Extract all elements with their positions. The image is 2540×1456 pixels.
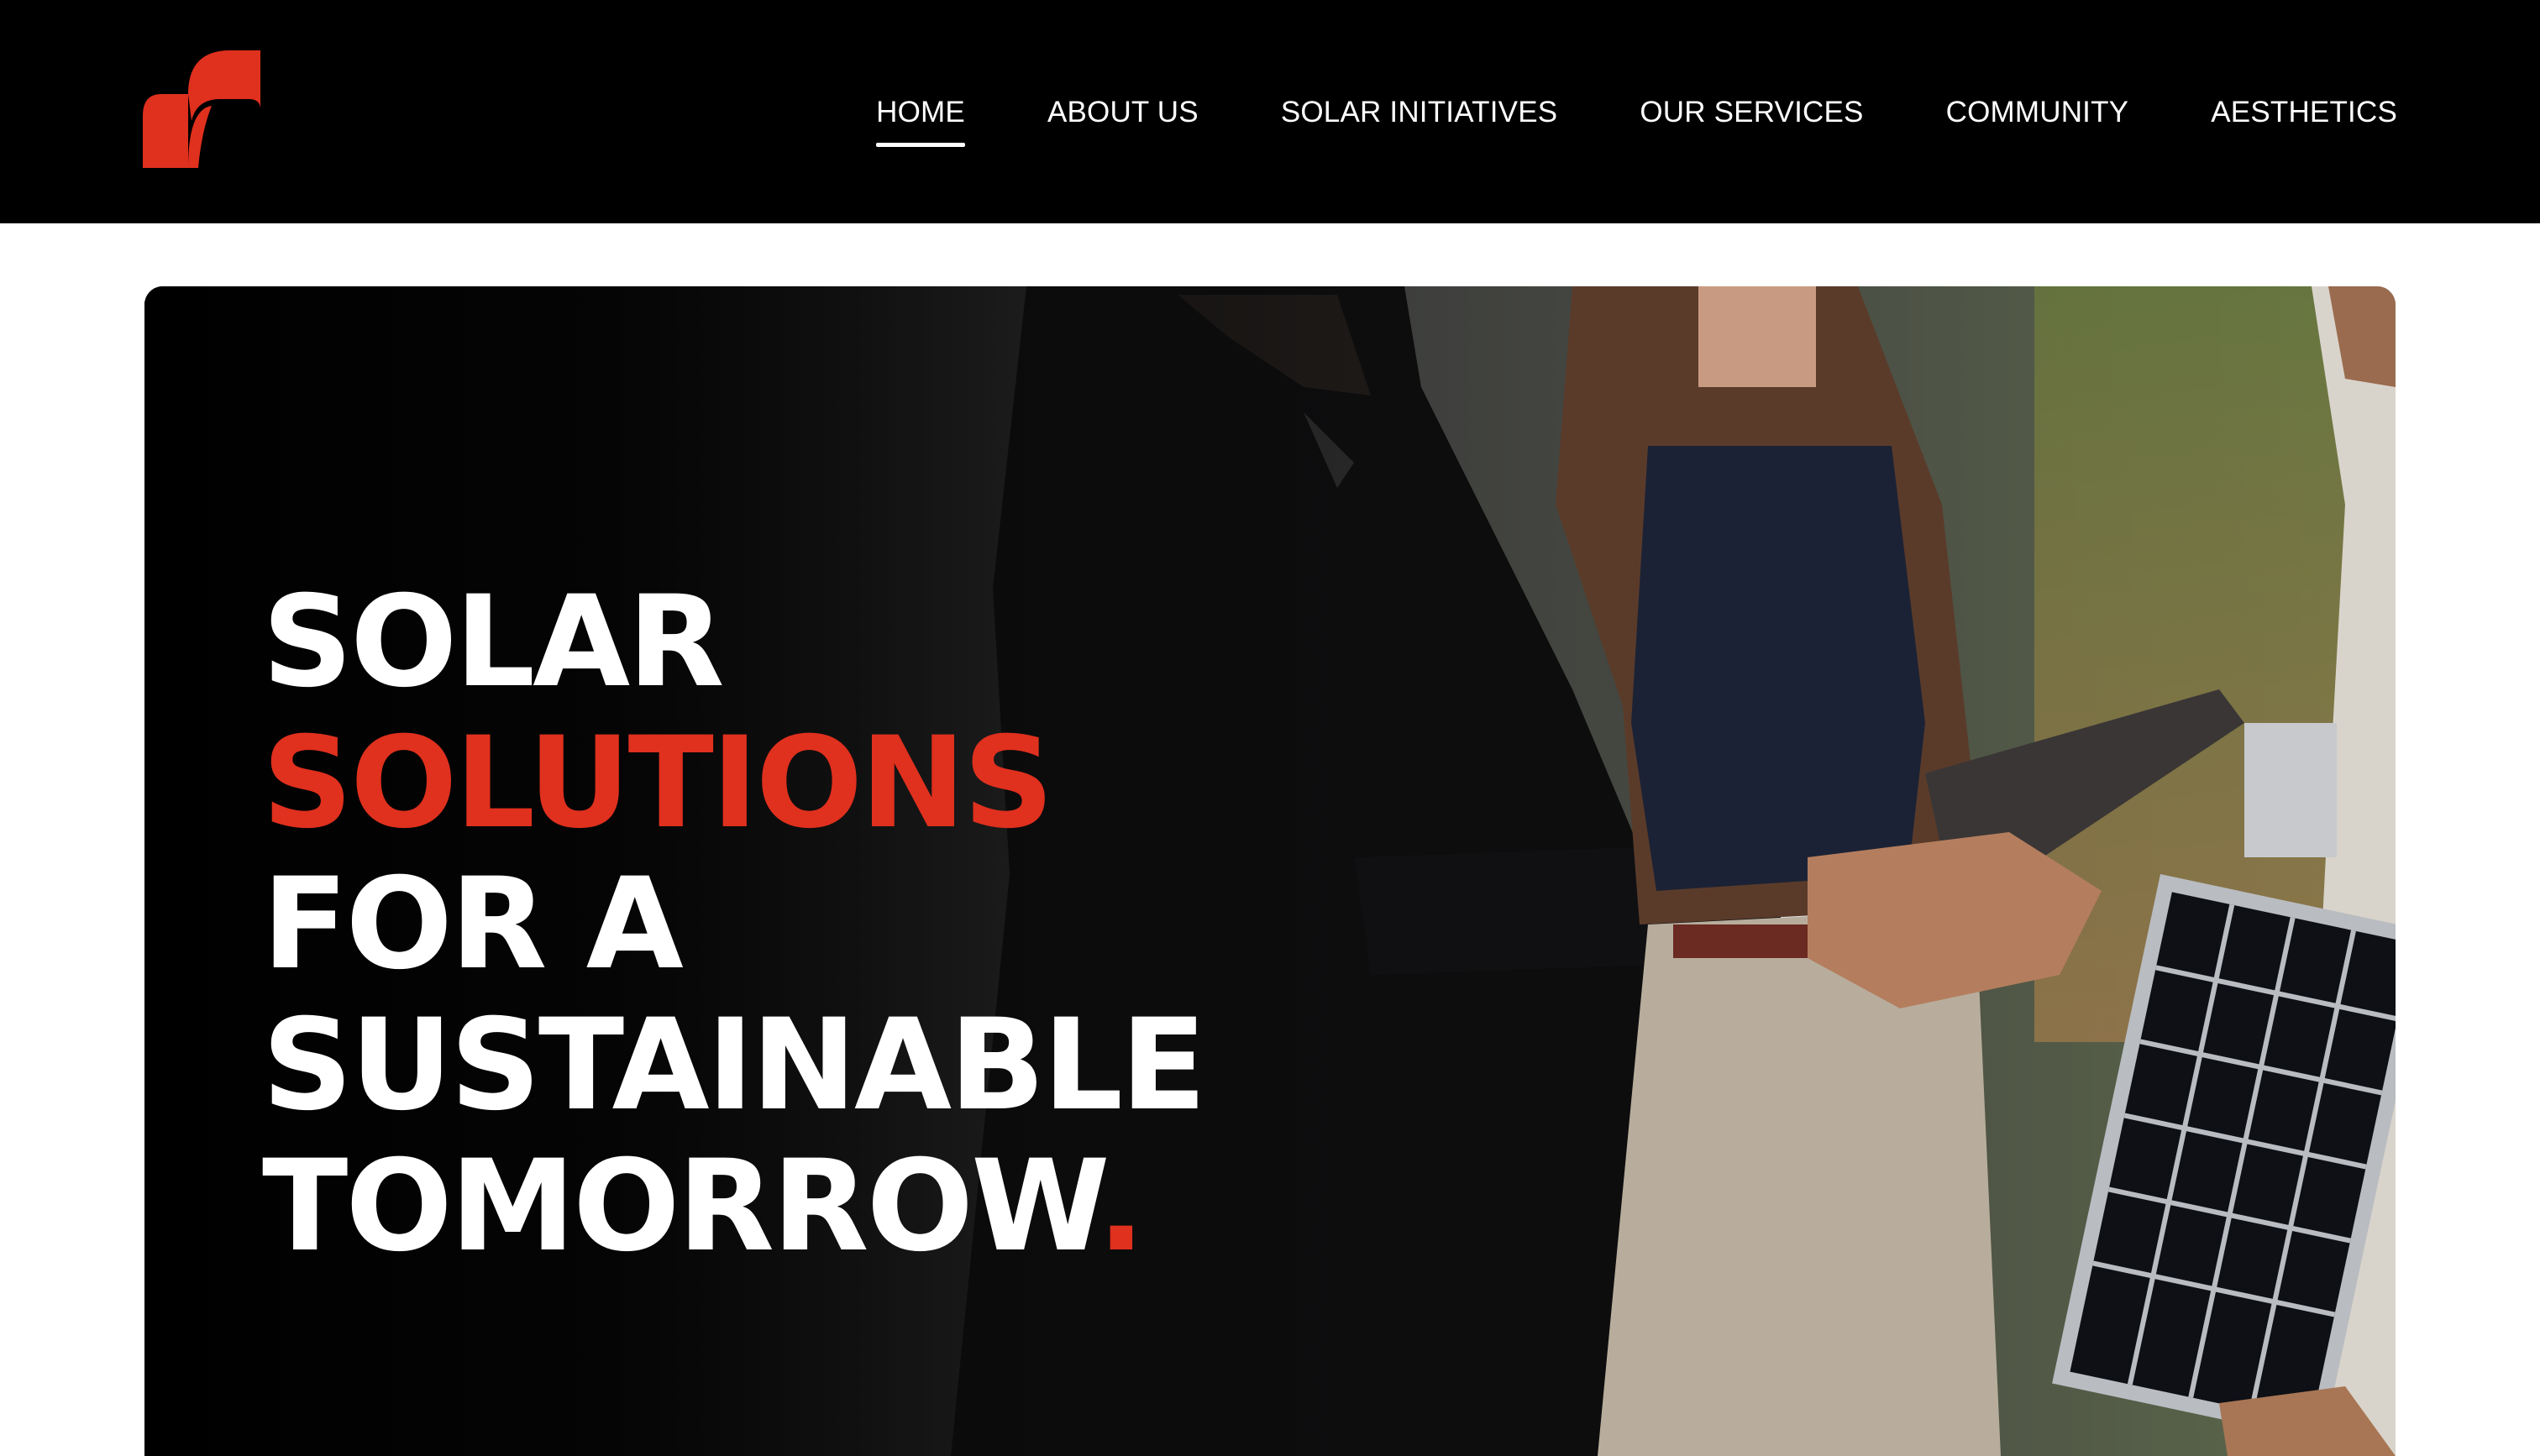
nav-item-aesthetics[interactable]: AESTHETICS bbox=[2211, 97, 2397, 127]
nav-item-our-services[interactable]: OUR SERVICES bbox=[1640, 97, 1863, 127]
hero-headline: SOLAR SOLUTIONS FOR A SUSTAINABLE TOMORR… bbox=[262, 569, 1206, 1277]
headline-tomorrow: TOMORROW bbox=[262, 1134, 1099, 1280]
headline-line-4: SUSTAINABLE bbox=[262, 992, 1206, 1139]
brand-logo-icon[interactable] bbox=[143, 50, 260, 168]
headline-line-2: SOLUTIONS bbox=[262, 710, 1054, 856]
headline-line-3: FOR A bbox=[262, 851, 684, 998]
nav-item-home[interactable]: HOME bbox=[876, 97, 965, 147]
nav-item-solar-initiatives[interactable]: SOLAR INITIATIVES bbox=[1281, 97, 1558, 127]
nav-item-about-us[interactable]: ABOUT US bbox=[1047, 97, 1199, 127]
headline-period: . bbox=[1097, 1134, 1145, 1280]
nav-item-community[interactable]: COMMUNITY bbox=[1946, 97, 2129, 127]
hero-section: SOLAR SOLUTIONS FOR A SUSTAINABLE TOMORR… bbox=[144, 286, 2396, 1456]
headline-line-5: TOMORROW. bbox=[262, 1136, 1204, 1277]
headline-line-1: SOLAR bbox=[262, 569, 725, 715]
main-nav: HOME ABOUT US SOLAR INITIATIVES OUR SERV… bbox=[876, 0, 2397, 223]
site-header: HOME ABOUT US SOLAR INITIATIVES OUR SERV… bbox=[0, 0, 2540, 223]
